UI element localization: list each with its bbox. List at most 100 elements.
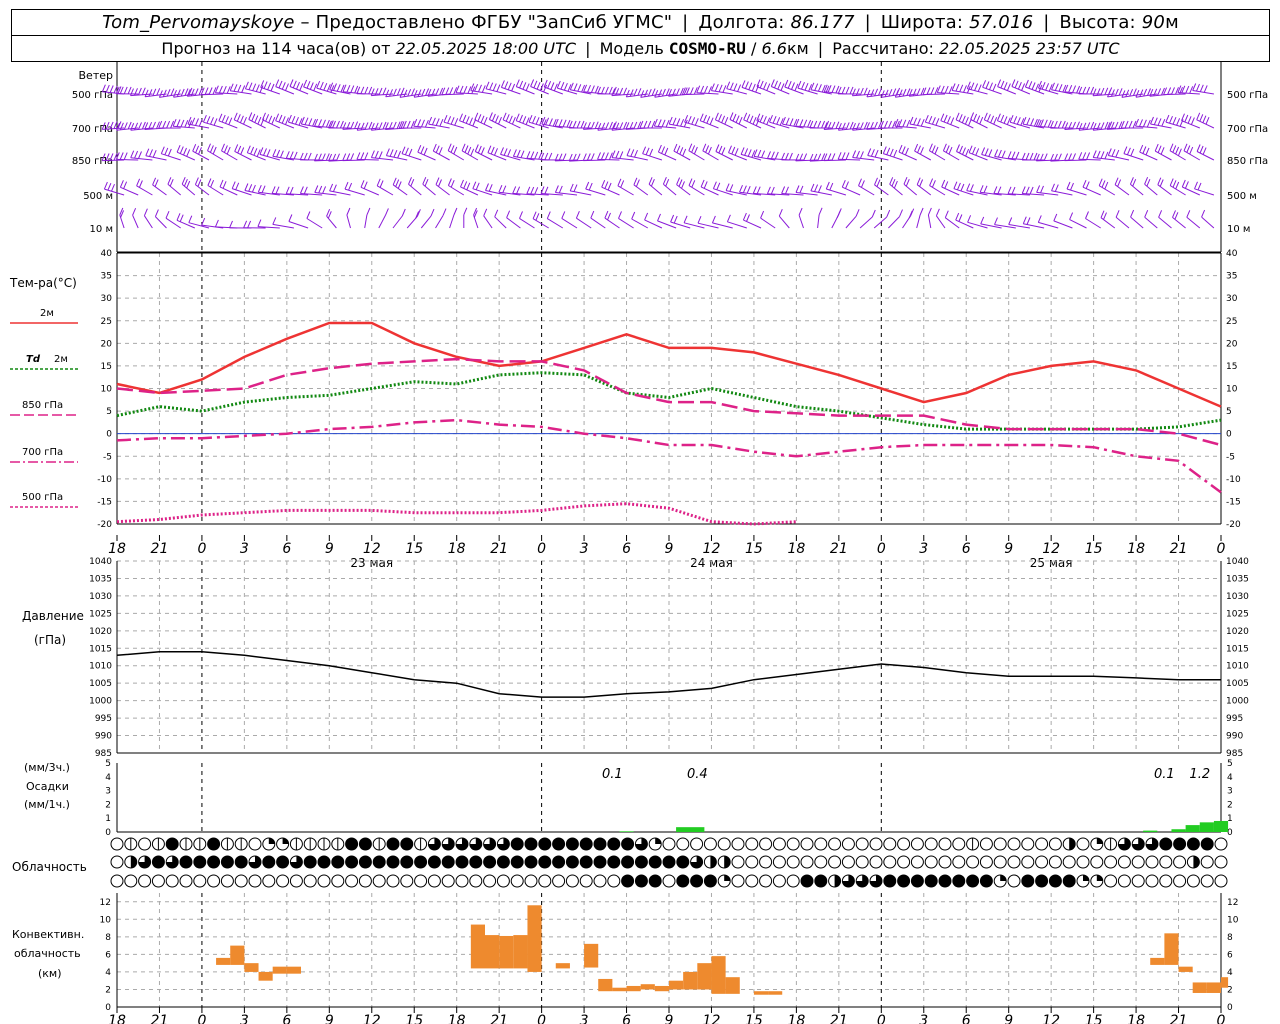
wind-barb-flag [777,82,782,90]
wind-barb-flag [507,149,512,157]
wind-barb-flag [1051,82,1055,90]
conv-bar [1192,982,1207,993]
wind-barb-shaft [192,150,210,161]
wind-barb-flag [503,148,508,156]
wind-barb-flag [472,181,477,189]
wind-barb-shaft [461,150,479,161]
wind-barb-flag [303,186,308,194]
wind-barb-flag [1015,151,1020,160]
wind-barb-shaft [798,214,804,229]
wind-barb-flag [623,87,628,95]
wind-barb-flag [573,83,578,91]
temp-ytick-right: 0 [1226,430,1232,440]
cloud-symbol [386,837,400,851]
pressure-ytick-left: 990 [95,732,112,742]
wind-barb-flag [1011,79,1016,87]
wind-barb-flag [955,212,960,221]
conv-bar [626,985,641,992]
wind-barb-flag [169,179,174,187]
wind-barb-flag [1202,115,1207,123]
wind-barb-flag [173,90,177,98]
cloud-symbol [372,874,386,888]
conv-xtick-label: 21 [830,1013,848,1024]
cloud-symbol [1117,874,1131,888]
conv-bar [753,991,769,995]
wind-barb-flag [1126,147,1131,155]
wind-barb-flag [240,147,245,155]
cloud-symbol [1214,874,1228,888]
wind-barb-flag [449,87,454,95]
cloud-symbol [220,874,234,888]
wind-barb-flag [346,207,351,216]
wind-barb-flag [370,150,375,158]
wind-barb-flag [956,144,960,152]
wind-barb-flag [643,120,648,129]
precip-ytick-right: 4 [1227,773,1233,783]
wind-barb-flag [181,177,186,185]
pressure-ytick-right: 985 [1226,749,1243,759]
precip-annotation: 1.2 [1189,767,1210,782]
wind-barb-flag [378,87,383,96]
wind-barb-flag [1037,215,1042,223]
wind-barb-flag [699,113,704,121]
wind-barb-flag [889,148,894,157]
wind-barb-flag [176,89,181,97]
cloud-symbol [138,874,152,888]
cloud-symbol [897,837,911,851]
wind-barb-shaft [1082,186,1101,196]
cloud-symbol-fill [130,856,137,868]
wind-barb-flag [299,83,304,91]
wind-barb-shaft [165,217,181,229]
wind-barb-shaft [715,151,733,161]
wind-barb-flag [393,150,398,158]
cloud-symbol [483,855,497,869]
wind-barb-flag [742,185,747,193]
wind-barb-flag [980,216,985,225]
wind-barb-flag [1110,89,1115,97]
cloud-symbol [345,855,359,869]
wind-barb-flag [356,123,361,131]
wind-level-label-right: 850 гПа [1227,156,1268,167]
wind-barb-flag [1184,114,1189,123]
wind-barb-flag [665,119,670,128]
wind-barb-flag [649,148,654,157]
wind-barb-flag [657,213,661,222]
wind-barb-flag [1006,83,1011,91]
cloud-symbol [883,855,897,869]
wind-barb-flag [1025,186,1030,194]
wind-barb-flag [466,182,471,190]
cloud-symbol [193,874,207,888]
wind-barb-flag [661,119,666,127]
wind-barb-shaft [658,151,677,161]
wind-barb-flag [251,184,256,193]
wind-barb-flag [281,116,286,124]
conv-xtick-label: 3 [919,1013,928,1024]
wind-barb-flag [1157,118,1162,126]
cloud-symbol-fill [1193,856,1200,868]
wind-barb-flag [154,179,159,187]
cloud-symbol [979,855,993,869]
wind-barb-shaft [1114,184,1130,196]
wind-barb-flag [475,182,480,190]
wind-barb-flag [152,88,157,96]
cloud-symbol [607,874,621,888]
temp-ylabel: Тем-ра(°С) [9,276,77,290]
wind-barb-flag [1007,186,1012,194]
wind-barb-flag [635,179,640,187]
cloud-symbol [248,837,262,851]
temp-xtick-label: 6 [282,541,291,557]
wind-barb-flag [346,153,351,161]
wind-barb-flag [162,120,167,129]
wind-barb-flag [1086,152,1091,160]
wind-barb-flag [385,89,390,97]
wind-barb-flag [1086,122,1091,130]
wind-barb-flag [492,83,497,91]
wind-barb-shaft [376,185,394,196]
wind-barb-flag [619,151,624,159]
wind-barb-flag [474,144,479,152]
wind-barb-shaft [601,186,620,196]
wind-barb-flag [243,220,248,228]
wind-barb-flag [407,89,412,97]
wind-barb-flag [945,145,950,153]
wind-barb-flag [263,148,267,156]
